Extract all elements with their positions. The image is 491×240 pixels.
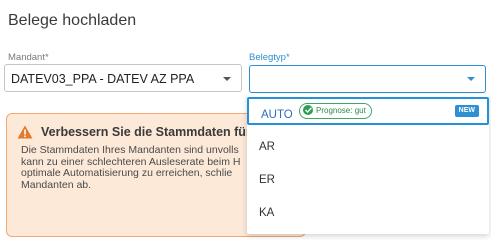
mandant-value: DATEV03_PPA - DATEV AZ PPA	[11, 72, 195, 86]
option-label: ER	[259, 174, 275, 186]
belegtyp-dropdown: AUTO Prognose: gut NEW AR ER KA	[247, 94, 489, 234]
option-ka[interactable]: KA	[247, 197, 489, 231]
mandant-label: Mandant*	[8, 52, 49, 63]
option-ar[interactable]: AR	[247, 131, 489, 165]
new-badge: NEW	[454, 105, 479, 117]
option-label: AUTO	[261, 109, 293, 121]
warning-icon	[17, 125, 33, 144]
page-title: Belege hochladen	[8, 12, 137, 29]
chevron-down-icon	[467, 77, 475, 81]
belegtyp-select[interactable]	[249, 65, 486, 93]
belegtyp-label: Belegtyp*	[249, 52, 290, 63]
check-circle-icon	[303, 105, 313, 115]
prognose-badge: Prognose: gut	[299, 103, 372, 119]
option-label: AR	[259, 141, 275, 153]
option-auto[interactable]: AUTO Prognose: gut NEW	[247, 97, 489, 125]
prognose-text: Prognose: gut	[316, 106, 366, 115]
option-label: KA	[259, 207, 275, 219]
warning-text: Die Stammdaten Ihres Mandanten sind unvo…	[21, 144, 241, 191]
mandant-select[interactable]: DATEV03_PPA - DATEV AZ PPA	[4, 64, 242, 92]
option-er[interactable]: ER	[247, 164, 489, 198]
chevron-down-icon	[223, 77, 231, 81]
